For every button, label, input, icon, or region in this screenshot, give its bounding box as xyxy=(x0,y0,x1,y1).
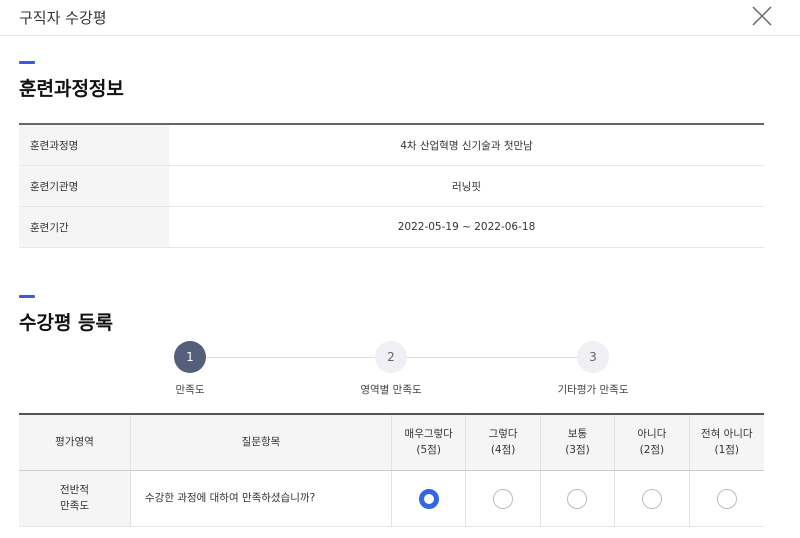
modal-header: 구직자 수강평 xyxy=(0,0,800,36)
header-option-1: 전혀 아니다 (1점) xyxy=(690,415,764,470)
section-accent-bar xyxy=(19,61,35,64)
row-question: 수강한 과정에 대하여 만족하셨습니까? xyxy=(131,471,392,526)
step-2-circle[interactable]: 2 xyxy=(375,341,407,373)
option-label: 보통 xyxy=(567,428,588,441)
radio-option-5[interactable] xyxy=(418,488,439,509)
row-area: 전반적만족도 xyxy=(19,471,131,526)
step-3-label: 기타평가 만족도 xyxy=(557,384,629,396)
info-row-period: 훈련기간 2022-05-19 ~ 2022-06-18 xyxy=(19,207,764,248)
step-2-label: 영역별 만족도 xyxy=(360,384,422,396)
info-label: 훈련기관명 xyxy=(19,166,169,206)
step-connector xyxy=(206,357,376,358)
header-option-5: 매우그렇다 (5점) xyxy=(392,415,467,470)
course-info-title: 훈련과정정보 xyxy=(19,78,124,100)
info-label: 훈련과정명 xyxy=(19,125,169,165)
radio-cell xyxy=(392,471,467,526)
option-score: (1점) xyxy=(714,443,740,456)
area-line: 전반적 xyxy=(60,484,89,497)
header-option-4: 그렇다 (4점) xyxy=(466,415,541,470)
rating-table-header: 평가영역 질문항목 매우그렇다 (5점) 그렇다 (4점) 보통 (3점) 아니다 (2… xyxy=(19,415,764,471)
header-question: 질문항목 xyxy=(131,415,392,470)
info-value: 2022-05-19 ~ 2022-06-18 xyxy=(397,221,536,233)
option-label: 그렇다 xyxy=(488,428,518,441)
radio-cell xyxy=(466,471,541,526)
rating-table: 평가영역 질문항목 매우그렇다 (5점) 그렇다 (4점) 보통 (3점) 아니다 (2… xyxy=(19,413,764,527)
info-value: 러닝핏 xyxy=(452,180,481,193)
step-1-label: 만족도 xyxy=(175,384,205,396)
close-button[interactable] xyxy=(750,4,774,28)
step-1-circle[interactable]: 1 xyxy=(174,341,206,373)
table-row: 전반적만족도 수강한 과정에 대하여 만족하셨습니까? xyxy=(19,471,764,527)
step-connector xyxy=(407,357,577,358)
radio-option-2[interactable] xyxy=(641,488,662,509)
radio-option-4[interactable] xyxy=(493,488,514,509)
radio-option-1[interactable] xyxy=(716,488,737,509)
option-score: (2점) xyxy=(639,443,665,456)
modal-title: 구직자 수강평 xyxy=(19,9,107,27)
area-line: 만족도 xyxy=(60,499,89,512)
course-info-table: 훈련과정명 4차 산업혁명 신기술과 첫만남 훈련기관명 러닝핏 훈련기간 20… xyxy=(19,123,764,248)
option-label: 아니다 xyxy=(637,428,667,441)
info-row-institution: 훈련기관명 러닝핏 xyxy=(19,166,764,207)
step-3-circle[interactable]: 3 xyxy=(577,341,609,373)
close-icon xyxy=(752,6,772,26)
radio-cell xyxy=(541,471,616,526)
stepper: 1 2 3 만족도 영역별 만족도 기타평가 만족도 xyxy=(0,340,800,400)
info-row-course-name: 훈련과정명 4차 산업혁명 신기술과 첫만남 xyxy=(19,125,764,166)
option-score: (4점) xyxy=(490,443,516,456)
header-option-3: 보통 (3점) xyxy=(541,415,616,470)
header-option-2: 아니다 (2점) xyxy=(615,415,690,470)
section-accent-bar xyxy=(19,295,35,298)
radio-cell xyxy=(615,471,690,526)
header-area: 평가영역 xyxy=(19,415,131,470)
radio-cell xyxy=(690,471,764,526)
option-label: 매우그렇다 xyxy=(404,428,453,441)
radio-option-3[interactable] xyxy=(567,488,588,509)
option-label: 전혀 아니다 xyxy=(700,428,753,441)
info-label: 훈련기간 xyxy=(19,207,169,247)
option-score: (3점) xyxy=(565,443,590,456)
info-value: 4차 산업혁명 신기술과 첫만남 xyxy=(400,139,533,152)
option-score: (5점) xyxy=(416,443,441,456)
review-title: 수강평 등록 xyxy=(19,312,114,334)
